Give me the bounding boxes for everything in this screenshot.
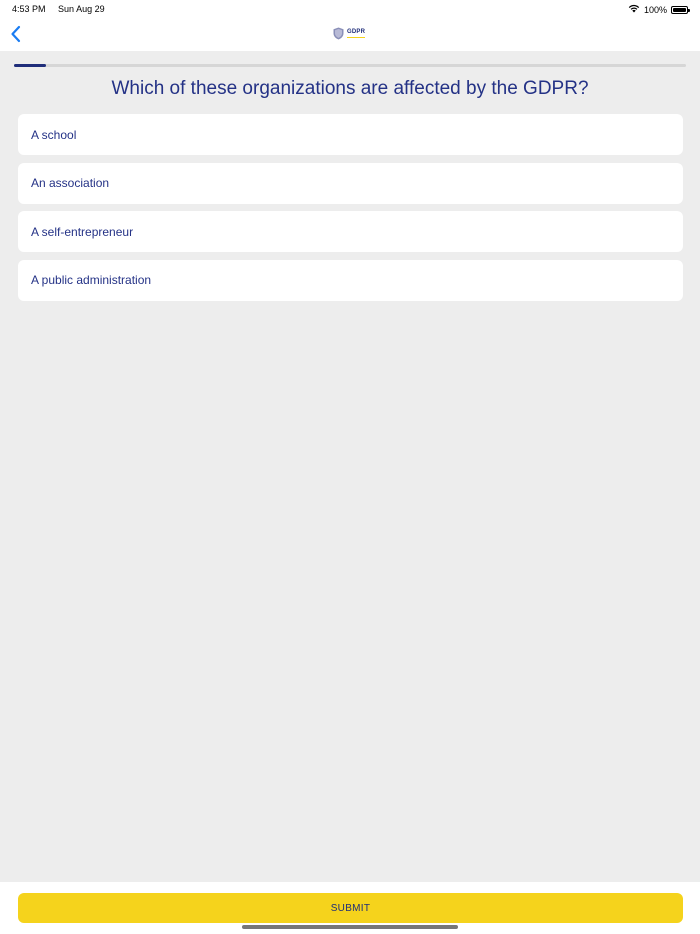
answer-option-label: A public administration bbox=[31, 273, 152, 287]
quiz-screen: 4:53 PM Sun Aug 29 100% GDPR Which of th… bbox=[0, 0, 700, 934]
status-time: 4:53 PM bbox=[12, 4, 46, 14]
answer-option-self-entrepreneur[interactable]: A self-entrepreneur bbox=[18, 211, 683, 252]
answer-option-label: A self-entrepreneur bbox=[31, 224, 134, 239]
logo-label: GDPR bbox=[347, 29, 366, 35]
battery-icon bbox=[671, 5, 690, 14]
battery-percent: 100% bbox=[643, 4, 667, 15]
home-indicator[interactable] bbox=[242, 925, 458, 929]
status-right: 100% bbox=[628, 4, 690, 15]
gdpr-logo: GDPR bbox=[333, 27, 365, 40]
status-date: Sun Aug 29 bbox=[58, 4, 105, 14]
chevron-left-icon bbox=[11, 25, 21, 43]
nav-bar: GDPR bbox=[0, 18, 700, 51]
answer-options: A school An association A self-entrepren… bbox=[18, 114, 683, 308]
shield-icon bbox=[333, 27, 344, 40]
answer-option-label: An association bbox=[31, 176, 110, 190]
answer-option-association[interactable]: An association bbox=[18, 162, 683, 204]
submit-label: SUBMIT bbox=[330, 902, 371, 914]
answer-option-school[interactable]: A school bbox=[18, 114, 683, 155]
wifi-icon bbox=[628, 4, 640, 15]
progress-bar bbox=[14, 64, 686, 67]
progress-fill bbox=[14, 64, 46, 67]
answer-option-label: A school bbox=[31, 127, 77, 142]
answer-option-public-administration[interactable]: A public administration bbox=[18, 259, 683, 301]
logo-text: GDPR bbox=[347, 29, 365, 38]
status-bar: 4:53 PM Sun Aug 29 100% bbox=[0, 0, 700, 18]
submit-button[interactable]: SUBMIT bbox=[18, 893, 683, 923]
question-title: Which of these organizations are affecte… bbox=[111, 78, 589, 99]
status-left: 4:53 PM Sun Aug 29 bbox=[12, 4, 105, 14]
logo-underline bbox=[347, 37, 365, 38]
back-button[interactable] bbox=[4, 22, 28, 46]
